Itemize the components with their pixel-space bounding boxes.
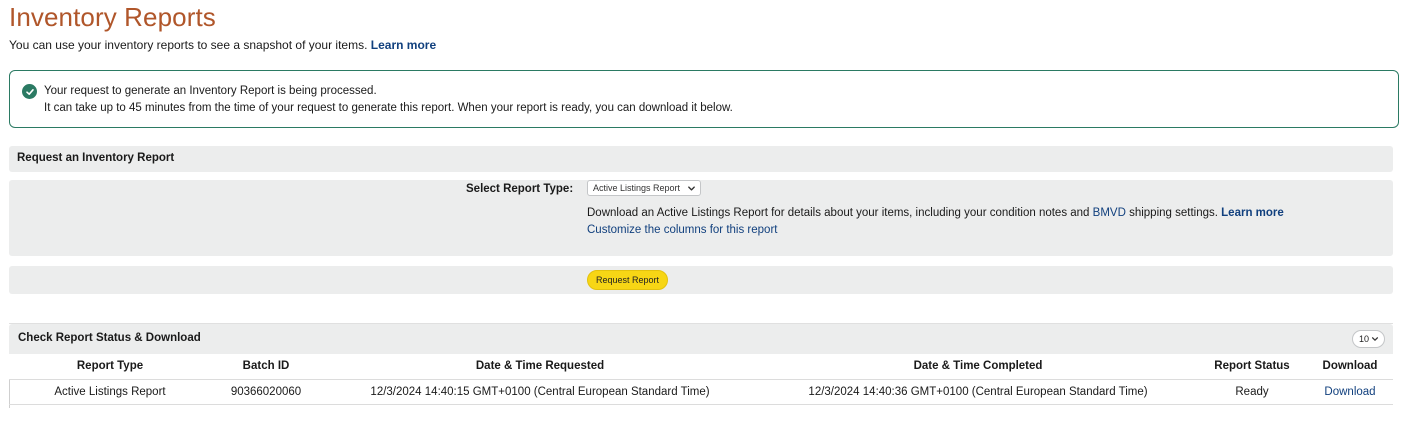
description-learn-more-link[interactable]: Learn more [1221, 207, 1284, 219]
alert-detail: It can take up to 45 minutes from the ti… [44, 102, 733, 114]
column-header-status: Report Status [1197, 354, 1307, 380]
cell-batch-id: 90366020060 [211, 379, 321, 405]
status-panel-header: Check Report Status & Download 10 [9, 324, 1393, 354]
cell-completed: 12/3/2024 14:40:36 GMT+0100 (Central Eur… [759, 379, 1197, 405]
page-size-select[interactable]: 10 [1352, 330, 1385, 348]
chevron-down-icon [1371, 337, 1379, 341]
description-text: Download an Active Listings Report for d… [587, 207, 1093, 219]
report-description: Download an Active Listings Report for d… [587, 207, 1284, 219]
cell-requested: 12/3/2024 14:40:15 GMT+0100 (Central Eur… [321, 379, 759, 405]
chevron-down-icon [688, 186, 695, 191]
report-type-label: Select Report Type: [466, 183, 574, 195]
processing-alert: Your request to generate an Inventory Re… [9, 70, 1399, 128]
column-header-download: Download [1307, 354, 1393, 380]
learn-more-link[interactable]: Learn more [371, 38, 436, 52]
report-type-select[interactable]: Active Listings Report [587, 180, 702, 196]
cell-report-type: Active Listings Report [9, 379, 211, 405]
request-report-button[interactable]: Request Report [587, 270, 669, 290]
page-subtitle: You can use your inventory reports to se… [9, 38, 436, 52]
report-status-panel: Check Report Status & Download 10 Report… [9, 323, 1393, 413]
column-header-requested: Date & Time Requested [321, 354, 759, 380]
reports-table: Report Type Batch ID Date & Time Request… [9, 354, 1393, 405]
request-panel-title: Request an Inventory Report [17, 152, 175, 164]
request-action-bar: Request Report [9, 266, 1393, 294]
bmvd-link[interactable]: BMVD [1093, 207, 1126, 219]
report-type-value: Active Listings Report [593, 183, 681, 193]
page-size-value: 10 [1359, 334, 1370, 344]
request-panel-body: Select Report Type: Active Listings Repo… [9, 180, 1393, 256]
column-header-report-type: Report Type [9, 354, 211, 380]
column-header-completed: Date & Time Completed [759, 354, 1197, 380]
check-circle-icon [22, 84, 37, 99]
subtitle-text: You can use your inventory reports to se… [9, 38, 368, 52]
alert-message: Your request to generate an Inventory Re… [44, 85, 377, 97]
download-link[interactable]: Download [1307, 379, 1393, 405]
description-text-end: shipping settings. [1125, 207, 1222, 219]
cell-status: Ready [1197, 379, 1307, 405]
column-header-batch-id: Batch ID [211, 354, 321, 380]
customize-columns-link[interactable]: Customize the columns for this report [587, 224, 777, 236]
table-header-row: Report Type Batch ID Date & Time Request… [9, 354, 1393, 380]
status-panel-title: Check Report Status & Download [18, 332, 201, 344]
page-title: Inventory Reports [9, 2, 216, 32]
table-row: Active Listings Report 90366020060 12/3/… [9, 379, 1393, 405]
request-panel-header: Request an Inventory Report [9, 146, 1393, 172]
